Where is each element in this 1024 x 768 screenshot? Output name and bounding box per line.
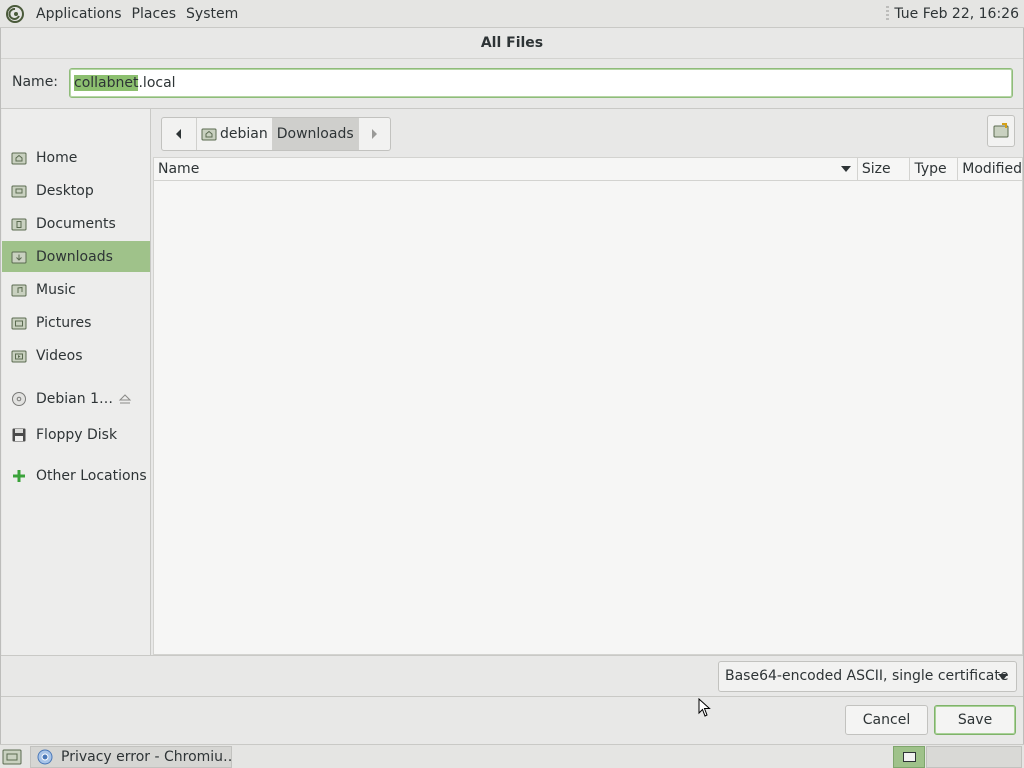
sidebar-item-label: Floppy Disk [36,426,118,443]
filename-selected-text: collabnet [74,75,139,91]
sidebar-item-floppy[interactable]: Floppy Disk [2,419,150,450]
sidebar-item-videos[interactable]: Videos [2,340,150,371]
chevron-down-icon [998,674,1008,680]
sidebar-item-desktop[interactable]: Desktop [2,175,150,206]
name-label: Name: [12,74,59,90]
sidebar-item-label: Downloads [36,248,113,265]
plus-icon [13,469,25,482]
column-header-type[interactable]: Type [910,158,959,180]
path-bar-area: debian Downloads [153,109,1023,158]
sidebar-item-label: Documents [36,215,116,232]
debian-logo-icon[interactable] [5,4,25,24]
column-label: Name [158,161,200,177]
path-forward-button[interactable] [357,118,390,150]
clock[interactable]: Tue Feb 22, 16:26 [894,0,1019,28]
show-desktop-icon[interactable] [2,748,22,766]
taskbar-window-button[interactable]: Privacy error - Chromiu… [30,746,232,768]
videos-folder-icon [11,350,27,362]
workspace-1[interactable] [893,746,925,768]
sidebar-item-downloads[interactable]: Downloads [2,241,150,272]
sidebar-item-other-locations[interactable]: Other Locations [2,460,150,491]
sidebar-item-debian-disc[interactable]: Debian 1… [2,383,150,414]
dialog-title: All Files [1,28,1023,59]
chevron-left-icon [176,129,181,139]
places-sidebar: Home Desktop Documents Downloads Music P… [2,109,151,656]
taskbar-window-label: Privacy error - Chromiu… [61,749,232,765]
pictures-folder-icon [11,317,27,329]
column-headers: Name Size Type Modified [154,158,1022,181]
breadcrumb-label: Downloads [276,126,354,142]
panel-handle [886,6,889,22]
filter-label: Base64-encoded ASCII, single certificate [725,668,1009,684]
sidebar-item-label: Videos [36,347,83,364]
floppy-icon [12,428,26,441]
bottom-taskbar: Privacy error - Chromiu… [0,744,1024,768]
sidebar-item-music[interactable]: Music [2,274,150,305]
column-header-modified[interactable]: Modified [958,158,1022,180]
top-panel: Applications Places System Tue Feb 22, 1… [0,0,1024,28]
name-row: Name: collabnet.local [1,62,1023,102]
save-file-dialog: All Files Name: collabnet.local Home Des… [0,28,1024,744]
system-menu[interactable]: System [181,0,243,28]
filter-row: Base64-encoded ASCII, single certificate [1,655,1023,697]
music-folder-icon [11,284,27,296]
breadcrumb-label: debian [220,126,268,142]
workspace-window-icon [903,752,916,762]
sidebar-item-label: Debian 1… [36,390,113,407]
downloads-folder-icon [11,251,27,263]
action-row: Cancel Save [1,697,1023,744]
applications-menu[interactable]: Applications [31,0,127,28]
path-back-button[interactable] [162,118,196,150]
column-header-name[interactable]: Name [154,158,858,180]
sidebar-item-pictures[interactable]: Pictures [2,307,150,338]
new-folder-button[interactable] [987,115,1015,147]
eject-icon[interactable] [118,392,132,406]
filename-input[interactable]: collabnet.local [69,68,1013,98]
sidebar-item-label: Music [36,281,76,298]
sidebar-item-home[interactable]: Home [2,142,150,173]
file-type-filter-dropdown[interactable]: Base64-encoded ASCII, single certificate [718,661,1017,692]
column-header-size[interactable]: Size [858,158,911,180]
sidebar-item-label: Desktop [36,182,94,199]
disc-icon [12,391,26,406]
sidebar-item-label: Pictures [36,314,92,331]
breadcrumb-debian[interactable]: debian [196,118,272,150]
column-label: Modified [962,161,1022,177]
mouse-pointer-icon [698,698,711,717]
path-bar: debian Downloads [161,117,391,151]
documents-folder-icon [11,218,27,230]
cancel-button[interactable]: Cancel [845,705,928,735]
sidebar-item-label: Other Locations [36,467,147,484]
save-button[interactable]: Save [934,705,1016,735]
breadcrumb-downloads[interactable]: Downloads [271,118,358,150]
sort-descending-icon [840,166,851,172]
sidebar-item-label: Home [36,149,78,166]
sidebar-item-documents[interactable]: Documents [2,208,150,239]
chevron-right-icon [372,129,378,139]
desktop-folder-icon [11,185,27,197]
chromium-icon [37,749,53,765]
filename-extension-text: .local [138,75,176,91]
home-folder-icon [201,128,217,141]
column-label: Type [914,161,947,177]
workspace-2[interactable] [926,746,1022,768]
home-folder-icon [11,152,27,164]
column-label: Size [861,161,891,177]
new-folder-icon [993,123,1009,138]
file-list[interactable]: Name Size Type Modified [153,157,1023,655]
panel-menu: Applications Places System [0,0,243,27]
places-menu[interactable]: Places [127,0,182,28]
